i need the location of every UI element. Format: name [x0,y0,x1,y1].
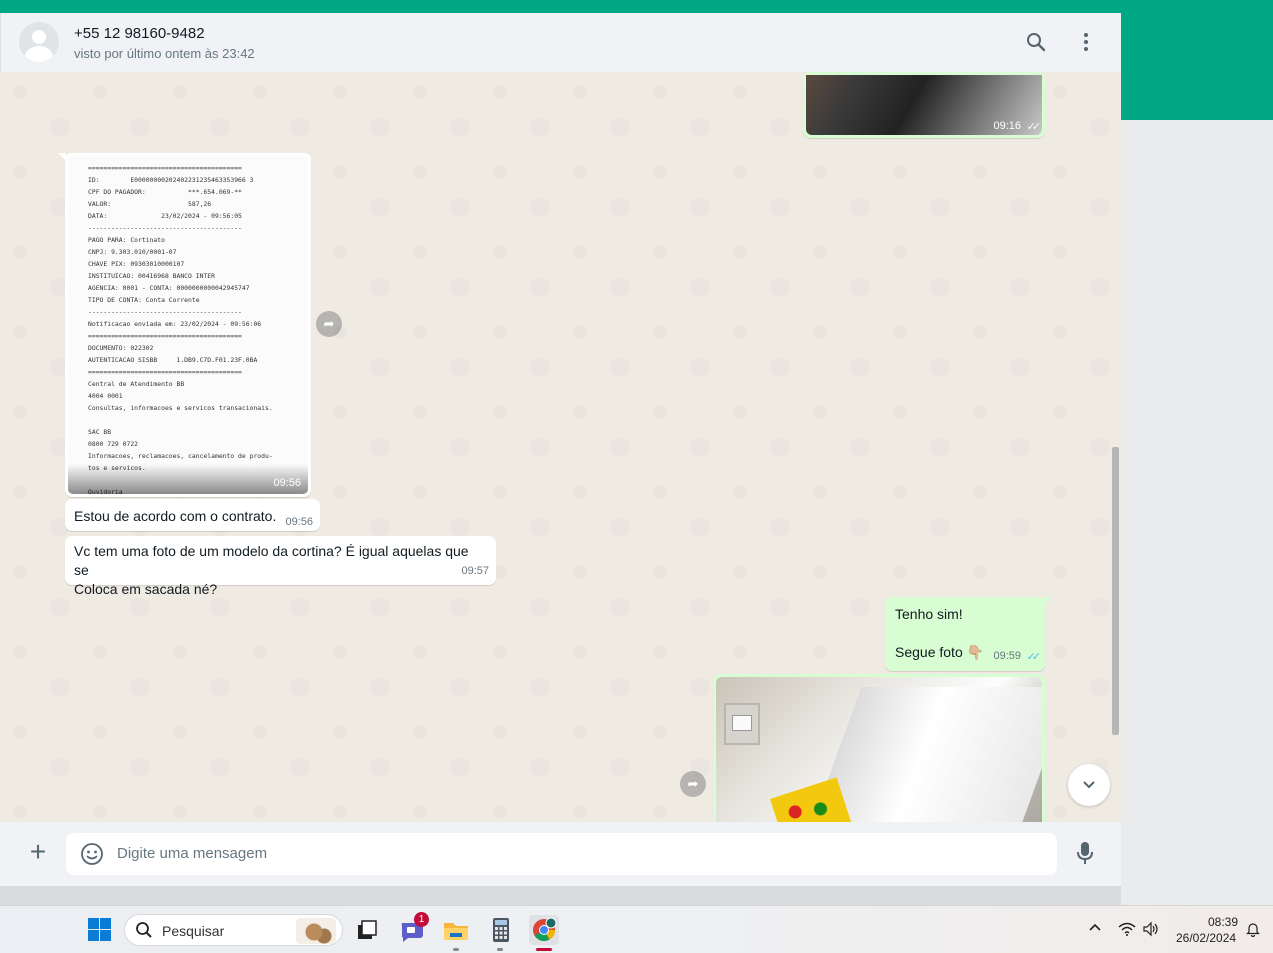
image-shade [68,464,308,494]
menu-kebab-icon[interactable] [1074,30,1098,54]
receipt-line: AUTENTICACAO SISBB 1.DB9.C7D.F01.23F.0BA [88,356,258,364]
contact-last-seen: visto por último ontem às 23:42 [74,46,255,61]
bubble-tail [1044,597,1052,605]
receipt-line [88,414,308,426]
forward-icon[interactable]: ➦ [316,311,342,337]
wall-switch-shape [724,703,760,745]
receipt-line: 4004 0001 [88,392,123,400]
receipt-line: INSTITUICAO: 00416968 BANCO INTER [88,272,215,280]
chrome-icon[interactable] [529,915,559,945]
message-time: 09:56 [285,516,313,528]
chat-scrollbar[interactable] [1112,447,1119,735]
receipt-line: ======================================== [88,368,242,376]
taskbar-search-label: Pesquisar [162,923,225,939]
message-time: 09:57 [461,565,489,577]
message-time: 09:16 [993,120,1021,132]
outgoing-text-message[interactable]: Tenho sim! Segue foto 👇🏼 09:59 ✓✓ [885,597,1045,671]
receipt-line: DOCUMENTO: 022302 [88,344,154,352]
forward-icon[interactable]: ➦ [680,771,706,797]
receipt-line: Consultas, informacoes e servicos transa… [88,404,273,412]
whatsapp-window: +55 12 98160-9482 visto por último ontem… [0,13,1121,886]
receipt-line: PAGO PARA: Cortinato [88,236,165,244]
tray-chevron-up-icon[interactable] [1088,921,1102,938]
receipt-line: TIPO DE CONTA: Conta Corrente [88,296,200,304]
composer-bar: + Digite uma mensagem [0,822,1121,886]
receipt-line: CPF DO PAGADOR: ***.654.069-** [88,188,242,196]
message-input[interactable]: Digite uma mensagem [66,833,1057,875]
taskbar-search-box[interactable]: Pesquisar [124,914,343,946]
receipt-line: 0800 729 0722 [88,440,139,448]
room-photo[interactable] [716,677,1042,822]
attach-plus-icon[interactable]: + [25,838,51,866]
avatar-body-shape [25,46,53,62]
message-time: 09:56 [273,477,301,489]
microphone-icon[interactable] [1073,840,1097,866]
receipt-line: CNPJ: 9.303.010/0001-07 [88,248,177,256]
search-icon[interactable] [1024,30,1048,54]
receipt-line: ======================================== [88,164,242,172]
receipt-line: VALOR: 587,26 [88,200,212,208]
scroll-to-bottom-button[interactable] [1068,764,1110,806]
chat-notification-badge: 1 [414,912,429,927]
receipt-line: Informacoes, reclamacoes, cancelamento d… [88,452,273,460]
message-text-line: Coloca em sacada né? [74,581,218,597]
receipt-line: ---------------------------------------- [88,308,242,316]
incoming-text-message[interactable]: Vc tem uma foto de um modelo da cortina?… [65,536,496,597]
message-input-placeholder: Digite uma mensagem [117,845,268,862]
notification-bell-icon[interactable] [1245,921,1261,940]
file-explorer-icon[interactable] [441,915,471,945]
search-highlight-image [296,918,336,944]
calculator-icon[interactable] [486,915,516,945]
running-indicator [453,948,459,951]
message-time: 09:59 [993,650,1021,662]
active-app-indicator [536,948,552,951]
receipt-line: AGENCIA: 0001 - CONTA: 00000000000429457… [88,284,250,292]
windows-start-icon[interactable] [88,918,111,941]
message-text-line: Tenho sim! [895,606,963,622]
avatar-head-shape [32,30,46,44]
incoming-text-message[interactable]: Estou de acordo com o contrato. 09:56 [65,499,320,531]
double-check-icon: ✓✓ [1026,651,1042,663]
incoming-receipt-image-message[interactable]: ========================================… [65,153,311,497]
receipt-line: SAC BB [88,428,112,436]
double-check-icon: ✓✓ [1026,121,1042,133]
receipt-line: DATA: 23/02/2024 - 09:56:05 [88,212,242,220]
contact-name[interactable]: +55 12 98160-9482 [74,25,205,42]
receipt-line: ======================================== [88,332,242,340]
receipt-line: ---------------------------------------- [88,224,242,232]
window-shape [810,687,1042,822]
outgoing-photo-message[interactable] [713,674,1045,822]
receipt-line: ID: E00000000202402231235463353966 3 [88,176,254,184]
search-icon [135,921,153,939]
contact-avatar[interactable] [19,22,59,62]
chat-messages-area[interactable]: 09:16 ✓✓ ===============================… [0,72,1121,822]
receipt-line: CHAVE PIX: 09303010000107 [88,260,185,268]
clock-date[interactable]: 26/02/2024 [1176,931,1236,945]
receipt-line: Central de Atendimento BB [88,380,185,388]
task-view-icon[interactable] [352,915,382,945]
message-text: Estou de acordo com o contrato. [74,508,277,524]
window-background [1121,120,1273,905]
chat-header: +55 12 98160-9482 visto por último ontem… [0,13,1121,72]
receipt-image[interactable]: ========================================… [68,156,308,494]
volume-icon[interactable] [1142,921,1160,940]
emoji-icon[interactable] [80,842,104,866]
running-indicator [497,948,503,951]
message-text-line: Vc tem uma foto de um modelo da cortina?… [74,543,469,578]
receipt-line: Notificacao enviada em: 23/02/2024 - 09:… [88,320,262,328]
receipt-text: ========================================… [88,162,308,494]
windows-taskbar: Pesquisar 1 08:39 26/02/2024 [0,905,1273,953]
clock-time[interactable]: 08:39 [1208,915,1238,929]
outgoing-photo-message[interactable]: 09:16 ✓✓ [803,72,1045,138]
wifi-icon[interactable] [1118,921,1136,940]
